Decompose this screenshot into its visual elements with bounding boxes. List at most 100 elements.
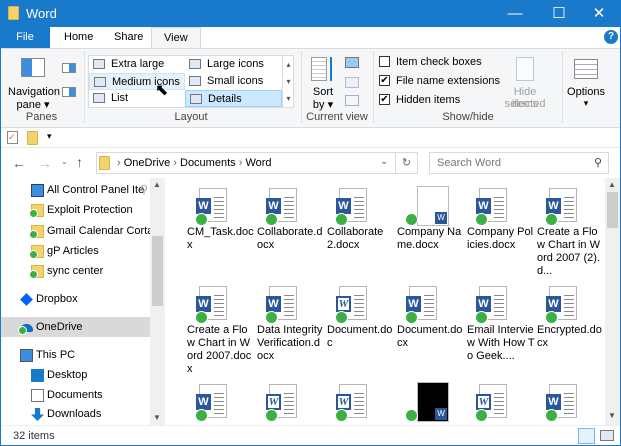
- layout-gallery: Extra large icons Large icons Medium ico…: [88, 55, 294, 108]
- sync-check-icon: [405, 311, 418, 324]
- tab-view[interactable]: View: [151, 27, 201, 49]
- nav-item-label: gP Articles: [47, 245, 99, 257]
- tab-file[interactable]: File: [0, 27, 50, 48]
- up-button[interactable]: ↑: [76, 154, 83, 170]
- sync-check-icon: [265, 311, 278, 324]
- nav-item-label: Downloads: [47, 408, 102, 420]
- nav-item-onedrive[interactable]: OneDrive: [0, 317, 150, 337]
- layout-details[interactable]: Details: [185, 90, 282, 107]
- minimize-button[interactable]: —: [493, 3, 537, 25]
- tab-home[interactable]: Home: [52, 27, 105, 48]
- group-by-icon[interactable]: [345, 57, 359, 68]
- size-columns-icon[interactable]: [345, 95, 359, 106]
- large-icons-view-button[interactable]: [600, 430, 614, 441]
- scroll-thumb[interactable]: [152, 236, 163, 306]
- nav-item-dropbox[interactable]: Dropbox: [0, 289, 150, 309]
- refresh-icon[interactable]: ↻: [395, 153, 417, 173]
- sort-label-2: by ▾: [312, 99, 334, 111]
- nav-item-desktop[interactable]: Desktop: [0, 365, 150, 385]
- layout-extra-large-icons[interactable]: Extra large icons: [89, 56, 185, 87]
- new-folder-icon[interactable]: [27, 131, 38, 145]
- folder-icon: [8, 6, 19, 20]
- file-name: Company Policies.docx: [467, 226, 534, 251]
- checkbox[interactable]: [379, 56, 390, 67]
- back-button[interactable]: ←: [12, 155, 26, 171]
- nav-item-exploit-protection[interactable]: Exploit Protection: [0, 200, 150, 220]
- nav-item-label: sync center: [47, 265, 104, 277]
- cp-icon: [31, 184, 44, 197]
- sort-arrow-icon: [330, 57, 332, 81]
- sync-check-icon: [29, 270, 38, 279]
- layout-large-icons[interactable]: Large icons: [185, 56, 282, 73]
- details-view-button[interactable]: [578, 428, 595, 444]
- recent-locations-icon[interactable]: ⌄: [61, 157, 68, 166]
- sync-check-icon: [335, 409, 348, 422]
- breadcrumb: › OneDrive › Documents › Word: [117, 157, 272, 169]
- file-name: Create a Flow Chart in Word 2007.docx: [187, 324, 252, 375]
- search-input[interactable]: Search Word ⚲: [429, 152, 609, 174]
- nav-item-this-pc[interactable]: This PC: [0, 345, 150, 365]
- customize-toolbar-icon[interactable]: ▾: [47, 131, 52, 142]
- tab-share[interactable]: Share: [102, 27, 155, 48]
- file-name: Create a Flow Chart in Word 2007 (2).d..…: [537, 226, 600, 277]
- search-placeholder: Search Word: [437, 157, 501, 169]
- breadcrumb-word[interactable]: Word: [245, 157, 271, 169]
- sync-check-icon: [335, 213, 348, 226]
- scroll-up[interactable]: ▲: [153, 180, 161, 190]
- scroll-thumb[interactable]: [607, 192, 618, 228]
- hide-selected-label-2: items: [511, 98, 539, 110]
- nav-item-label: All Control Panel Ite: [47, 184, 145, 196]
- layout-list[interactable]: List: [89, 90, 185, 107]
- nav-item-label: Exploit Protection: [47, 204, 133, 216]
- preview-pane-icon[interactable]: [62, 63, 76, 73]
- nav-item-sync-center[interactable]: sync center: [0, 261, 150, 281]
- breadcrumb-onedrive[interactable]: OneDrive: [124, 157, 170, 169]
- divider: [562, 51, 563, 123]
- breadcrumb-documents[interactable]: Documents: [180, 157, 236, 169]
- address-dropdown-icon[interactable]: ⌄: [380, 156, 388, 167]
- layout-medium-icons[interactable]: Medium icons: [89, 73, 185, 90]
- add-columns-icon[interactable]: [345, 77, 359, 88]
- scroll-down[interactable]: ▼: [608, 411, 616, 421]
- nav-item-documents[interactable]: Documents: [0, 385, 150, 405]
- file-name: Email Interview With How To Geek....: [467, 324, 535, 362]
- sync-check-icon: [195, 311, 208, 324]
- sync-check-icon: [405, 213, 418, 226]
- checkbox-label: Item check boxes: [396, 56, 482, 68]
- nav-item-gmail-calendar-cortan[interactable]: Gmail Calendar Cortan: [0, 221, 150, 241]
- help-icon[interactable]: ?: [604, 30, 618, 44]
- sync-check-icon: [195, 409, 208, 422]
- maximize-button[interactable]: ☐: [537, 3, 581, 25]
- details-pane-icon[interactable]: [62, 87, 76, 97]
- document-thumbnail: W: [417, 382, 449, 422]
- checkbox[interactable]: ✔: [379, 75, 390, 86]
- dropbox-icon: [20, 293, 33, 306]
- nav-item-label: Documents: [47, 389, 103, 401]
- hide-selected-icon: [516, 57, 534, 81]
- nav-item-gp-articles[interactable]: gP Articles: [0, 241, 150, 261]
- scroll-up[interactable]: ▲: [608, 180, 616, 190]
- gallery-scroll[interactable]: ▴ ▾ ▾: [282, 56, 294, 107]
- hide-selected-items-button[interactable]: Hide selected items: [494, 55, 556, 111]
- sort-by-button[interactable]: Sort by ▾: [308, 55, 338, 111]
- options-button[interactable]: Options ▾: [566, 55, 606, 111]
- close-button[interactable]: ✕: [577, 3, 621, 25]
- content-scrollbar[interactable]: ▲ ▼: [605, 178, 620, 425]
- forward-button[interactable]: →: [38, 155, 52, 171]
- nav-scrollbar[interactable]: ▲ ▼: [150, 178, 165, 425]
- chevron-down-icon: ▾: [583, 98, 589, 108]
- file-name: Data Integrity Verification.docx: [257, 324, 323, 362]
- nav-item-all-control-panel-ite[interactable]: All Control Panel Ite ⚲: [0, 180, 150, 200]
- layout-small-icons[interactable]: Small icons: [185, 73, 282, 90]
- checkbox[interactable]: ✔: [379, 94, 390, 105]
- nav-item-downloads[interactable]: Downloads: [0, 404, 150, 424]
- navigation-pane-icon: [21, 58, 45, 77]
- file-name: Collaborate.docx: [257, 226, 323, 251]
- properties-icon[interactable]: ✓: [7, 131, 18, 144]
- sync-check-icon: [545, 409, 558, 422]
- nav-pane-label: Navigation: [8, 86, 60, 98]
- address-bar[interactable]: › OneDrive › Documents › Word ⌄ ↻: [96, 152, 418, 174]
- sync-check-icon: [29, 250, 38, 259]
- navigation-pane-button[interactable]: Navigation pane ▾: [8, 53, 60, 111]
- scroll-down[interactable]: ▼: [153, 413, 161, 423]
